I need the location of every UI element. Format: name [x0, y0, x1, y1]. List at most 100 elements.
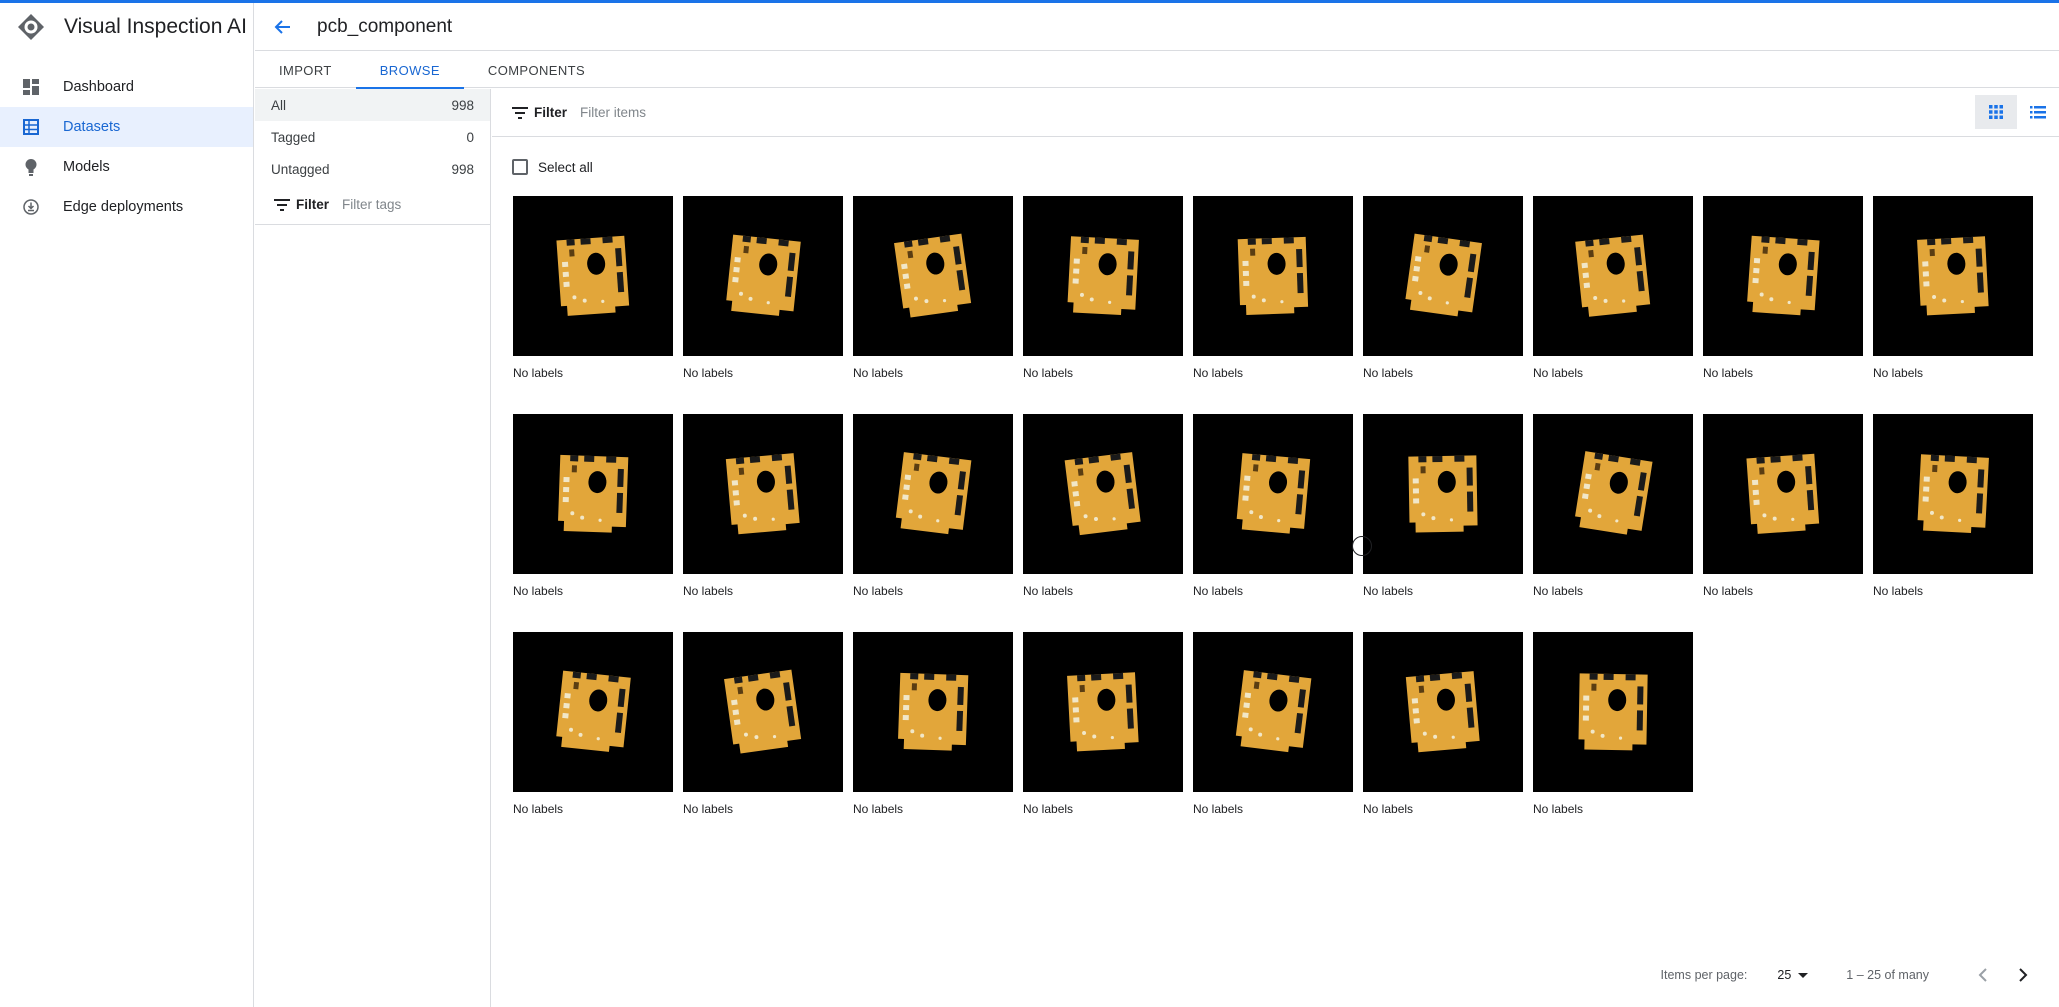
item-filter-label: Filter: [534, 105, 568, 120]
pcb-thumbnail-image: [853, 632, 1013, 792]
image-card[interactable]: No labels: [683, 196, 843, 382]
image-card-label: No labels: [1363, 366, 1414, 380]
tag-row-label: All: [271, 97, 287, 113]
pcb-thumbnail-image: [513, 196, 673, 356]
pcb-thumbnail-image: [1023, 414, 1183, 574]
back-button[interactable]: [263, 7, 303, 47]
image-card-label: No labels: [513, 584, 564, 598]
tag-row-label: Untagged: [271, 161, 330, 177]
pcb-thumbnail-image: [683, 414, 843, 574]
page-title: pcb_component: [317, 15, 453, 37]
tag-row-label: Tagged: [271, 129, 316, 145]
pcb-thumbnail-image: [1873, 414, 2033, 574]
image-card[interactable]: No labels: [1533, 632, 1693, 818]
tag-filter-input[interactable]: [342, 197, 483, 212]
pcb-thumbnail-image: [1703, 196, 1863, 356]
item-filter-input[interactable]: [580, 105, 881, 120]
image-card[interactable]: No labels: [1023, 196, 1183, 382]
image-card[interactable]: No labels: [853, 196, 1013, 382]
tab-components[interactable]: COMPONENTS: [488, 52, 585, 88]
nav-item-datasets[interactable]: Datasets: [0, 107, 253, 147]
image-card[interactable]: No labels: [1193, 414, 1353, 600]
image-grid: No labels No labels No labels No labels No l…: [513, 196, 2043, 818]
image-card[interactable]: No labels: [1873, 414, 2033, 600]
pcb-thumbnail-image: [853, 414, 1013, 574]
pcb-thumbnail-image: [1873, 196, 2033, 356]
image-card-label: No labels: [513, 802, 564, 816]
select-all[interactable]: Select all: [512, 159, 593, 175]
list-view-button[interactable]: [2017, 95, 2059, 129]
list-view-icon: [2030, 105, 2046, 118]
pcb-thumbnail-image: [853, 196, 1013, 356]
image-card-label: No labels: [1193, 366, 1244, 380]
image-card[interactable]: No labels: [1023, 632, 1183, 818]
tag-row-count: 0: [466, 129, 474, 145]
filter-icon: [274, 198, 290, 211]
image-card[interactable]: No labels: [853, 632, 1013, 818]
tag-filter: Filter: [255, 185, 490, 225]
tag-row-untagged[interactable]: Untagged 998: [255, 153, 490, 185]
image-card-label: No labels: [683, 584, 734, 598]
select-all-label: Select all: [538, 159, 593, 175]
image-card-label: No labels: [1023, 366, 1074, 380]
nav-item-models[interactable]: Models: [0, 147, 253, 187]
visual-inspection-logo-icon: [18, 14, 44, 40]
nav-item-label: Edge deployments: [63, 199, 184, 215]
image-card-label: No labels: [683, 366, 734, 380]
image-card[interactable]: No labels: [513, 632, 673, 818]
image-card[interactable]: No labels: [513, 414, 673, 600]
image-card[interactable]: No labels: [1193, 196, 1353, 382]
tag-row-tagged[interactable]: Tagged 0: [255, 121, 490, 153]
pcb-thumbnail-image: [1363, 632, 1523, 792]
image-card[interactable]: No labels: [1703, 414, 1863, 600]
image-card[interactable]: No labels: [1873, 196, 2033, 382]
image-card-label: No labels: [1703, 366, 1754, 380]
image-card[interactable]: No labels: [1363, 414, 1523, 600]
filter-icon: [512, 106, 528, 119]
dropdown-caret-icon: [1798, 972, 1809, 978]
image-card[interactable]: No labels: [1533, 414, 1693, 600]
select-all-checkbox[interactable]: [512, 159, 528, 175]
nav-item-edge-deployments[interactable]: Edge deployments: [0, 187, 253, 227]
image-card-label: No labels: [853, 802, 904, 816]
image-card[interactable]: No labels: [1533, 196, 1693, 382]
grid-view-button[interactable]: [1975, 95, 2017, 129]
image-card[interactable]: No labels: [1363, 196, 1523, 382]
image-card[interactable]: No labels: [1703, 196, 1863, 382]
image-card[interactable]: No labels: [683, 632, 843, 818]
nav-list: Dashboard Datasets Models Edge deployments: [0, 67, 253, 227]
pcb-thumbnail-image: [683, 196, 843, 356]
tab-import[interactable]: IMPORT: [279, 52, 332, 88]
nav-item-dashboard[interactable]: Dashboard: [0, 67, 253, 107]
browse-content: Filter Select all No labelsNo lab: [492, 89, 2059, 1007]
tab-browse[interactable]: BROWSE: [355, 52, 465, 89]
image-card-label: No labels: [1873, 366, 1924, 380]
previous-page-button[interactable]: [1967, 959, 1999, 991]
pcb-thumbnail-image: [683, 632, 843, 792]
pcb-thumbnail-image: [513, 414, 673, 574]
app-title: Visual Inspection AI: [64, 15, 247, 38]
image-card[interactable]: No labels: [1023, 414, 1183, 600]
image-card-label: No labels: [1193, 802, 1244, 816]
image-card[interactable]: No labels: [853, 414, 1013, 600]
image-card[interactable]: No labels: [683, 414, 843, 600]
view-toggle: [1975, 95, 2059, 129]
image-card-label: No labels: [1193, 584, 1244, 598]
image-card-label: No labels: [1363, 802, 1414, 816]
mouse-cursor-ring: [1352, 536, 1372, 556]
page-size-select[interactable]: 25: [1777, 968, 1809, 982]
image-card[interactable]: No labels: [1363, 632, 1523, 818]
nav-item-label: Models: [63, 159, 110, 175]
pcb-thumbnail-image: [1023, 196, 1183, 356]
pcb-thumbnail-image: [1533, 414, 1693, 574]
next-page-button[interactable]: [2007, 959, 2039, 991]
image-card[interactable]: No labels: [1193, 632, 1353, 818]
pcb-thumbnail-image: [1533, 632, 1693, 792]
tag-row-all[interactable]: All 998: [255, 89, 490, 121]
image-card-label: No labels: [1533, 584, 1584, 598]
page-size-value: 25: [1777, 968, 1792, 982]
image-card-label: No labels: [683, 802, 734, 816]
image-card[interactable]: No labels: [513, 196, 673, 382]
pcb-thumbnail-image: [1363, 414, 1523, 574]
tag-panel: All 998 Tagged 0 Untagged 998 Filter: [255, 89, 491, 1007]
